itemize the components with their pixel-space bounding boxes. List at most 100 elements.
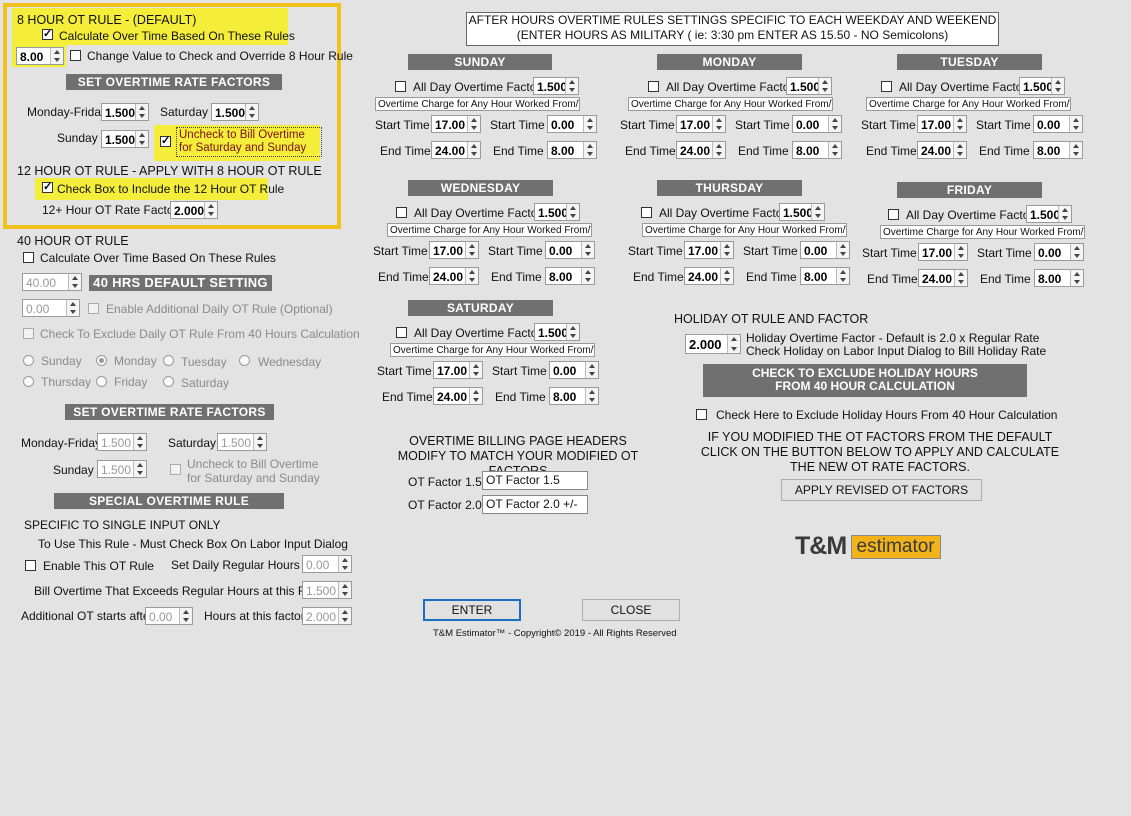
radio-wednesday[interactable] — [239, 355, 250, 366]
spin-arrows-icon[interactable] — [338, 582, 351, 598]
spin-arrows-icon[interactable] — [836, 242, 849, 258]
saturday-charge-field[interactable]: Overtime Charge for Any Hour Worked From… — [390, 343, 595, 357]
wednesday-charge-field[interactable]: Overtime Charge for Any Hour Worked From… — [387, 223, 592, 237]
monday-start-from[interactable]: 17.00 — [676, 115, 726, 133]
saturday-allday-factor[interactable]: 1.500 — [534, 323, 580, 341]
sat2-factor-stepper[interactable]: 1.500 — [217, 433, 267, 451]
spin-arrows-icon[interactable] — [135, 131, 148, 147]
sunday-start-to[interactable]: 0.00 — [547, 115, 597, 133]
friday-start-from[interactable]: 17.00 — [918, 243, 968, 261]
wednesday-allday-checkbox[interactable] — [396, 207, 407, 218]
sunday-end-from[interactable]: 24.00 — [431, 141, 481, 159]
spin-arrows-icon[interactable] — [953, 116, 966, 132]
12hr-include-checkbox[interactable] — [42, 180, 53, 193]
exclude-daily-checkbox[interactable] — [23, 328, 34, 339]
spin-arrows-icon[interactable] — [712, 142, 725, 158]
radio-thursday[interactable] — [23, 376, 34, 387]
set-daily-stepper[interactable]: 0.00 — [302, 555, 352, 573]
8hr-hours-stepper[interactable]: 8.00 — [16, 47, 64, 65]
spin-arrows-icon[interactable] — [811, 204, 824, 220]
sunday-allday-checkbox[interactable] — [395, 81, 406, 92]
spin-arrows-icon[interactable] — [581, 242, 594, 258]
saturday-allday-checkbox[interactable] — [396, 327, 407, 338]
spin-arrows-icon[interactable] — [469, 388, 482, 404]
8hr-calc-checkbox[interactable] — [42, 27, 53, 40]
spin-arrows-icon[interactable] — [836, 268, 849, 284]
spin-arrows-icon[interactable] — [465, 242, 478, 258]
spin-arrows-icon[interactable] — [338, 556, 351, 572]
spin-arrows-icon[interactable] — [1070, 270, 1083, 286]
spin-arrows-icon[interactable] — [135, 104, 148, 120]
friday-end-from[interactable]: 24.00 — [918, 269, 968, 287]
friday-allday-factor[interactable]: 1.500 — [1026, 205, 1072, 223]
enable-ot-checkbox[interactable] — [25, 560, 36, 571]
spin-arrows-icon[interactable] — [954, 244, 967, 260]
spin-arrows-icon[interactable] — [66, 300, 79, 316]
close-button[interactable]: CLOSE — [582, 599, 680, 621]
thursday-start-from[interactable]: 17.00 — [684, 241, 734, 259]
tuesday-allday-factor[interactable]: 1.500 — [1019, 77, 1065, 95]
radio-monday[interactable] — [96, 355, 107, 366]
friday-end-to[interactable]: 8.00 — [1034, 269, 1084, 287]
tuesday-end-from[interactable]: 24.00 — [917, 141, 967, 159]
spin-arrows-icon[interactable] — [828, 116, 841, 132]
sunday-allday-factor[interactable]: 1.500 — [533, 77, 579, 95]
spin-arrows-icon[interactable] — [720, 268, 733, 284]
spin-arrows-icon[interactable] — [953, 142, 966, 158]
spin-arrows-icon[interactable] — [1070, 244, 1083, 260]
wednesday-start-to[interactable]: 0.00 — [545, 241, 595, 259]
hours-factor-stepper[interactable]: 2.000 — [302, 607, 352, 625]
thursday-allday-factor[interactable]: 1.500 — [779, 203, 825, 221]
spin-arrows-icon[interactable] — [585, 362, 598, 378]
spin-arrows-icon[interactable] — [828, 142, 841, 158]
tuesday-allday-checkbox[interactable] — [881, 81, 892, 92]
radio-sunday[interactable] — [23, 355, 34, 366]
8hr-override-checkbox[interactable] — [70, 50, 81, 61]
spin-arrows-icon[interactable] — [133, 434, 146, 450]
friday-allday-checkbox[interactable] — [888, 209, 899, 220]
spin-arrows-icon[interactable] — [565, 78, 578, 94]
add-ot-stepper[interactable]: 0.00 — [145, 607, 193, 625]
spin-arrows-icon[interactable] — [50, 48, 63, 64]
spin-arrows-icon[interactable] — [1069, 142, 1082, 158]
spin-arrows-icon[interactable] — [818, 78, 831, 94]
mf2-factor-stepper[interactable]: 1.500 — [97, 433, 147, 451]
spin-arrows-icon[interactable] — [954, 270, 967, 286]
sunday-end-to[interactable]: 8.00 — [547, 141, 597, 159]
apply-ot-factors-button[interactable]: APPLY REVISED OT FACTORS — [781, 479, 982, 501]
thursday-charge-field[interactable]: Overtime Charge for Any Hour Worked From… — [642, 223, 847, 237]
tuesday-start-to[interactable]: 0.00 — [1033, 115, 1083, 133]
tuesday-end-to[interactable]: 8.00 — [1033, 141, 1083, 159]
spin-arrows-icon[interactable] — [583, 116, 596, 132]
radio-tuesday[interactable] — [163, 355, 174, 366]
thursday-allday-checkbox[interactable] — [641, 207, 652, 218]
monday-end-from[interactable]: 24.00 — [676, 141, 726, 159]
spin-arrows-icon[interactable] — [469, 362, 482, 378]
thursday-end-to[interactable]: 8.00 — [800, 267, 850, 285]
saturday-end-to[interactable]: 8.00 — [549, 387, 599, 405]
spin-arrows-icon[interactable] — [245, 104, 258, 120]
weekend-uncheck2-checkbox[interactable] — [170, 464, 181, 475]
spin-arrows-icon[interactable] — [581, 268, 594, 284]
wednesday-allday-factor[interactable]: 1.500 — [534, 203, 580, 221]
saturday-start-from[interactable]: 17.00 — [433, 361, 483, 379]
spin-arrows-icon[interactable] — [1058, 206, 1071, 222]
wednesday-end-to[interactable]: 8.00 — [545, 267, 595, 285]
friday-start-to[interactable]: 0.00 — [1034, 243, 1084, 261]
daily-ot-stepper[interactable]: 0.00 — [22, 299, 80, 317]
spin-arrows-icon[interactable] — [204, 202, 217, 218]
holiday-factor-stepper[interactable]: 2.000 — [685, 334, 741, 354]
radio-saturday[interactable] — [163, 376, 174, 387]
spin-arrows-icon[interactable] — [465, 268, 478, 284]
thursday-start-to[interactable]: 0.00 — [800, 241, 850, 259]
mf-factor-stepper[interactable]: 1.500 — [101, 103, 149, 121]
daily-ot-checkbox[interactable] — [88, 303, 99, 314]
sun2-factor-stepper[interactable]: 1.500 — [97, 460, 147, 478]
spin-arrows-icon[interactable] — [1051, 78, 1064, 94]
spin-arrows-icon[interactable] — [179, 608, 192, 624]
spin-arrows-icon[interactable] — [1069, 116, 1082, 132]
wednesday-start-from[interactable]: 17.00 — [429, 241, 479, 259]
sunday-start-from[interactable]: 17.00 — [431, 115, 481, 133]
spin-arrows-icon[interactable] — [338, 608, 351, 624]
monday-allday-factor[interactable]: 1.500 — [786, 77, 832, 95]
